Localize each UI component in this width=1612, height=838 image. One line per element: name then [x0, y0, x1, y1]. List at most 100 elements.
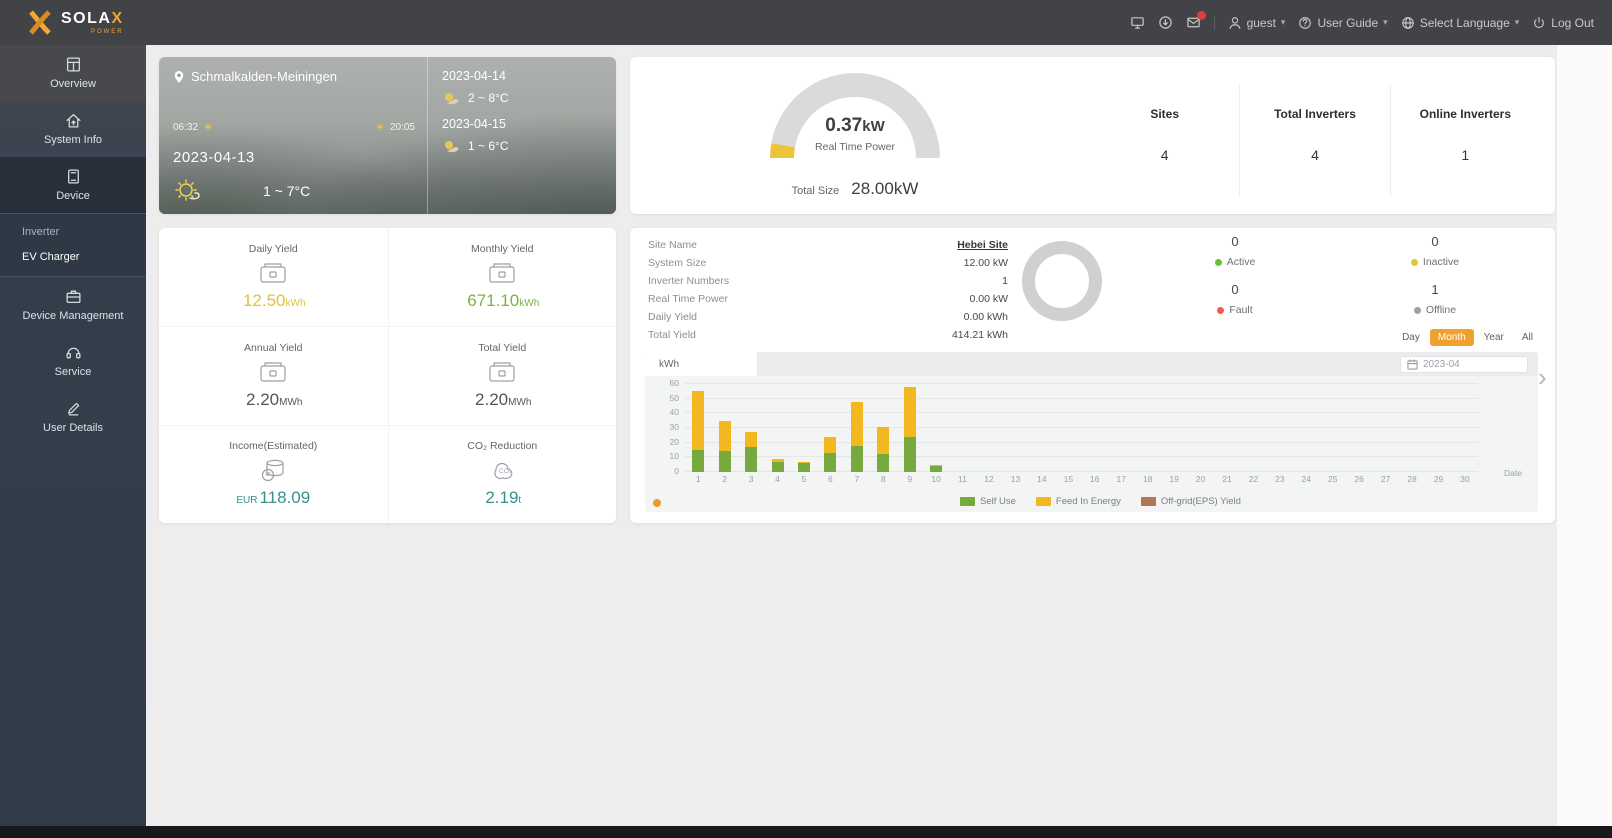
- field-row: Real Time Power 0.00 kW: [648, 293, 1008, 305]
- tab-kwh[interactable]: kWh: [645, 352, 757, 376]
- logout-button[interactable]: Log Out: [1532, 16, 1594, 30]
- sidebar-item-overview[interactable]: Overview: [0, 45, 146, 101]
- range-switcher: Day Month Year All: [1394, 329, 1541, 346]
- weather-location: Schmalkalden-Meiningen: [191, 69, 337, 84]
- income-icon: [262, 460, 284, 482]
- field-row: System Size 12.00 kW: [648, 257, 1008, 269]
- power-summary-card: 0.37kW Real Time Power Total Size 28.00kW…: [630, 57, 1555, 214]
- field-row: Total Yield 414.21 kWh: [648, 329, 1008, 341]
- sidebar-item-label: Overview: [50, 78, 96, 90]
- forecast-day: 2023-04-15 1 ~ 6°C: [442, 117, 602, 153]
- wallet-icon: [489, 362, 515, 382]
- sidebar-subitem-inverter[interactable]: Inverter: [0, 220, 146, 245]
- date-picker[interactable]: 2023-04: [1400, 356, 1528, 373]
- weather-card: Schmalkalden-Meiningen 06:32 ☀ ☀ 20:05 202…: [159, 57, 616, 214]
- yield-cell-income: Income(Estimated) EUR 118.09: [159, 424, 388, 523]
- field-row: Inverter Numbers 1: [648, 275, 1008, 287]
- stat-sites: Sites 4: [1150, 107, 1179, 163]
- sidebar-item-device-management[interactable]: Device Management: [0, 277, 146, 333]
- sidebar-item-device[interactable]: Device: [0, 157, 146, 213]
- status-inactive: 0 Inactive: [1335, 234, 1535, 268]
- calendar-icon: [1407, 359, 1418, 370]
- legend-item[interactable]: Feed In Energy: [1035, 496, 1121, 507]
- logout-label: Log Out: [1551, 15, 1594, 30]
- chevron-down-icon: ▾: [1383, 17, 1388, 27]
- stat-online-inverters: Online Inverters 1: [1419, 107, 1511, 163]
- weather-today: Schmalkalden-Meiningen 06:32 ☀ ☀ 20:05 202…: [159, 57, 427, 214]
- status-grid: 0 Active 0 Inactive 0 Fault 1 Offline: [1135, 234, 1535, 316]
- monitor-icon[interactable]: [1130, 15, 1145, 30]
- real-time-power-value: 0.37kW: [825, 115, 885, 136]
- language-menu[interactable]: Select Language ▾: [1401, 15, 1520, 30]
- sunset-time: 20:05: [389, 122, 415, 133]
- sidebar-item-user-details[interactable]: User Details: [0, 389, 146, 445]
- sidebar-item-label: System Info: [43, 134, 103, 146]
- range-button[interactable]: Month: [1429, 329, 1474, 346]
- site-fields: Site Name Hebei Site System Size 12.00 kW …: [648, 236, 1008, 344]
- range-button[interactable]: Day: [1394, 329, 1428, 346]
- status-dot: [1413, 306, 1421, 314]
- sidebar-subitem-ev-charger[interactable]: EV Charger: [0, 245, 146, 270]
- status-fault: 0 Fault: [1135, 282, 1335, 316]
- sidebar: Overview System Info Device Inverter EV …: [0, 45, 146, 826]
- assistant-icon[interactable]: [653, 499, 661, 507]
- brand-subtitle: POWER: [90, 28, 124, 35]
- sunrise-icon: ☀: [203, 122, 213, 134]
- status-dot: [1217, 306, 1225, 314]
- yield-cell-annual: Annual Yield 2.20MWh: [159, 326, 388, 424]
- site-detail-card: Site Name Hebei Site System Size 12.00 kW …: [630, 228, 1555, 523]
- svg-text:CO₂: CO₂: [499, 468, 512, 475]
- sunset-icon: ☀: [375, 122, 385, 134]
- yield-cell-monthly: Monthly Yield 671.10kWh: [387, 228, 617, 327]
- site-icon: [65, 114, 81, 128]
- status-donut-chart: [1022, 241, 1102, 321]
- wallet-icon: [489, 263, 515, 283]
- field-row: Site Name Hebei Site: [648, 239, 1008, 251]
- co2-icon: CO₂: [494, 463, 513, 480]
- user-menu[interactable]: guest ▾: [1228, 16, 1286, 30]
- overview-icon: [66, 57, 80, 72]
- status-offline: 1 Offline: [1335, 282, 1535, 316]
- sidebar-item-system-info[interactable]: System Info: [0, 101, 146, 157]
- divider: [1213, 15, 1215, 30]
- chevron-down-icon: ▾: [1514, 17, 1520, 27]
- language-label: Select Language: [1419, 15, 1510, 30]
- brand-name: SOLAX: [61, 9, 124, 27]
- notification-badge: [1196, 11, 1206, 20]
- forecast-date: 2023-04-14: [442, 69, 506, 83]
- sidebar-item-service[interactable]: Service: [0, 333, 146, 389]
- briefcase-icon: [65, 290, 81, 303]
- legend-swatch: [960, 497, 975, 506]
- legend-item[interactable]: Self Use: [960, 496, 1016, 507]
- range-button[interactable]: All: [1514, 329, 1541, 346]
- solax-x-icon: [29, 10, 51, 35]
- stat-total-inverters: Total Inverters 4: [1239, 85, 1391, 197]
- brand-logo: SOLAX POWER: [26, 9, 124, 36]
- user-icon: [1229, 16, 1240, 29]
- chevron-down-icon: ▾: [1280, 17, 1286, 27]
- download-icon[interactable]: [1158, 15, 1173, 30]
- yield-cell-co2: CO₂ Reduction CO₂ 2.19t: [387, 424, 616, 523]
- x-axis-title: Date: [1504, 468, 1522, 478]
- site-name-link[interactable]: Hebei Site: [957, 239, 1008, 251]
- forecast-temp: 2 ~ 8°C: [468, 91, 509, 105]
- weather-condition-icon: [175, 179, 200, 201]
- sunrise-time: 06:32: [173, 122, 199, 133]
- service-icon: [65, 347, 81, 359]
- guide-icon: [1299, 16, 1312, 29]
- forecast-date: 2023-04-15: [442, 117, 506, 131]
- next-site-arrow[interactable]: ›: [1538, 362, 1547, 393]
- message-icon[interactable]: [1186, 11, 1206, 30]
- legend-item[interactable]: Off-grid(EPS) Yield: [1140, 496, 1241, 507]
- field-row: Daily Yield 0.00 kWh: [648, 311, 1008, 323]
- forecast-condition-icon: [445, 93, 459, 105]
- user-guide-menu[interactable]: User Guide ▾: [1298, 16, 1388, 30]
- status-dot: [1214, 258, 1222, 266]
- bars: [685, 384, 1478, 472]
- x-axis: 1 2 3 4 5 6 7 8 9 10 11 12 13 14 15 16 17 18 19 20 21 22 23 24 2…: [695, 474, 1470, 484]
- range-button[interactable]: Year: [1476, 329, 1512, 346]
- weather-date: 2023-04-13: [173, 149, 255, 166]
- chart-legend: Self Use Feed In Energy Off-grid(EPS) Yi…: [960, 496, 1241, 507]
- fleet-stats: Sites 4 Total Inverters 4 Online Inverte…: [1090, 85, 1540, 197]
- device-submenu: Inverter EV Charger: [0, 213, 146, 277]
